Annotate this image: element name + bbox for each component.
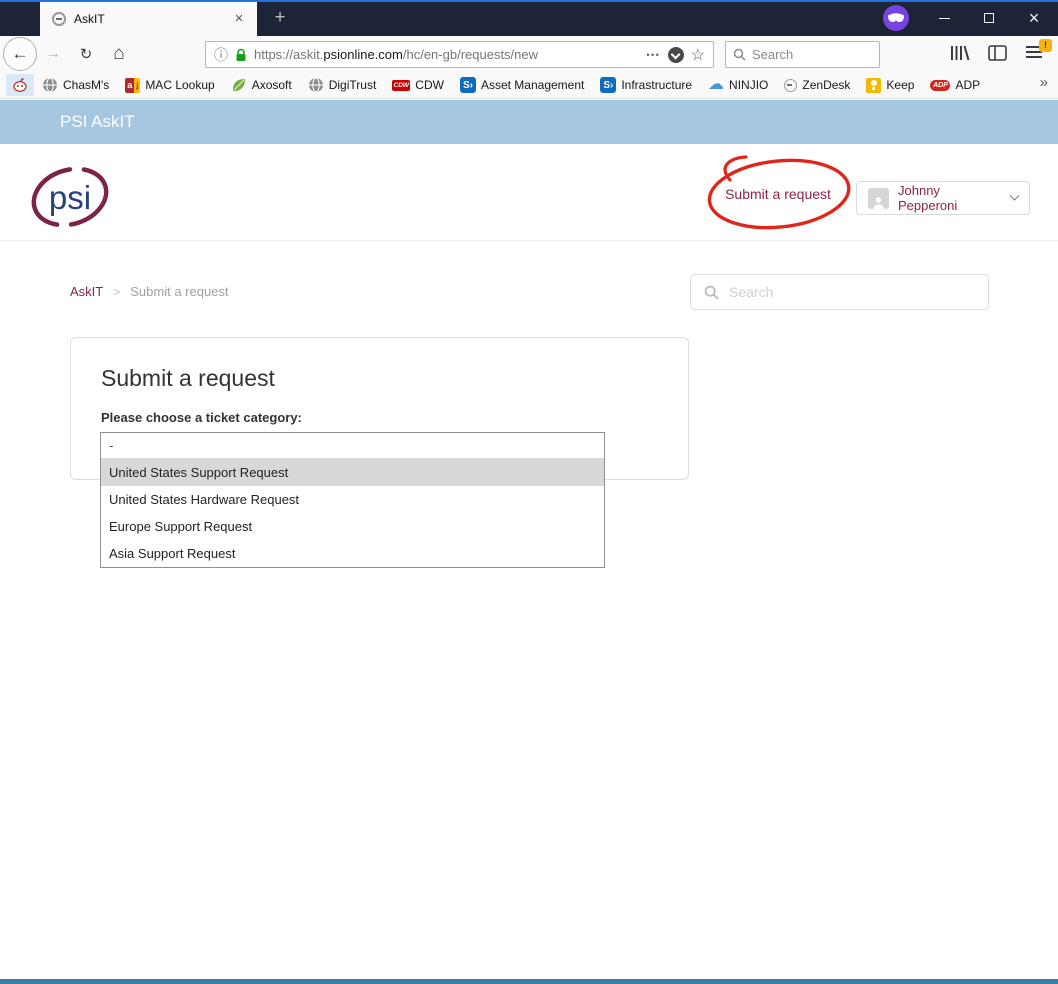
- user-name: Johnny Pepperoni: [898, 183, 958, 213]
- bookmark-star-icon[interactable]: ☆: [691, 45, 705, 65]
- refresh-button[interactable]: ↻: [73, 41, 99, 67]
- user-menu-button[interactable]: Johnny Pepperoni: [856, 181, 1030, 215]
- globe-icon: [308, 77, 323, 93]
- bookmark-label: NINJIO: [729, 78, 769, 92]
- browser-search-bar[interactable]: [725, 41, 880, 68]
- bookmark-label: ChasM's: [63, 78, 110, 92]
- bookmark-asset-management[interactable]: S› Asset Management: [452, 74, 592, 96]
- sharepoint-icon: S›: [600, 77, 617, 93]
- bookmark-label: Axosoft: [251, 78, 292, 92]
- new-tab-button[interactable]: +: [266, 5, 294, 31]
- breadcrumb-askit-link[interactable]: AskIT: [70, 284, 103, 299]
- sidebar-toggle-icon[interactable]: [988, 45, 1007, 61]
- bookmarks-overflow-chevron-icon[interactable]: »: [1040, 74, 1048, 91]
- psi-logo[interactable]: psi: [28, 162, 112, 232]
- minimize-button[interactable]: [922, 2, 966, 34]
- forward-button[interactable]: →: [40, 41, 66, 67]
- search-icon: [733, 48, 746, 61]
- option-us-support[interactable]: United States Support Request: [101, 459, 604, 486]
- search-icon: [704, 285, 719, 300]
- option-us-hardware[interactable]: United States Hardware Request: [101, 486, 604, 513]
- browser-tab-askit[interactable]: AskIT ×: [40, 0, 257, 36]
- leaf-icon: [232, 79, 245, 91]
- back-button[interactable]: ←: [3, 37, 37, 71]
- site-search-input[interactable]: [729, 284, 975, 300]
- private-browsing-mask-icon: [883, 5, 909, 31]
- bookmark-cdw[interactable]: CDW CDW: [384, 75, 452, 95]
- breadcrumb-separator: >: [113, 284, 121, 299]
- form-title: Submit a request: [101, 365, 275, 391]
- cdw-icon: CDW: [392, 79, 411, 91]
- bookmark-reddit[interactable]: [6, 74, 34, 96]
- site-banner-title: PSI AskIT: [0, 100, 1058, 144]
- page-info-icon[interactable]: ⓘ: [214, 45, 228, 65]
- option-asia-support[interactable]: Asia Support Request: [101, 540, 604, 567]
- browser-search-input[interactable]: [752, 47, 872, 62]
- bookmark-label: MAC Lookup: [145, 78, 215, 92]
- bookmark-label: DigiTrust: [328, 78, 377, 92]
- bookmark-chasms[interactable]: ChasM's: [34, 74, 117, 96]
- submit-request-link[interactable]: Submit a request: [712, 186, 844, 202]
- adp-icon: ADP: [930, 79, 951, 91]
- bookmark-mac-lookup[interactable]: aj MAC Lookup: [117, 75, 222, 96]
- sharepoint-icon: S›: [459, 77, 476, 93]
- site-favicon-icon: [52, 12, 66, 26]
- maximize-button[interactable]: [967, 2, 1011, 34]
- keep-lightbulb-icon: [866, 77, 882, 93]
- tab-title: AskIT: [74, 12, 105, 26]
- url-bar[interactable]: ⓘ https://askit.psionline.com/hc/en-gb/r…: [205, 41, 714, 68]
- person-icon: [873, 196, 884, 209]
- category-label: Please choose a ticket category:: [101, 410, 302, 425]
- home-button[interactable]: ⌂: [106, 41, 132, 67]
- option-europe-support[interactable]: Europe Support Request: [101, 513, 604, 540]
- svg-text:psi: psi: [49, 179, 91, 216]
- breadcrumb-current: Submit a request: [130, 284, 229, 299]
- avatar: [868, 187, 889, 209]
- bookmark-label: ZenDesk: [802, 78, 851, 92]
- url-path: /hc/en-gb/requests/new: [402, 47, 539, 62]
- chevron-down-icon: [1009, 190, 1020, 201]
- library-icon[interactable]: [950, 45, 970, 61]
- site-search-box[interactable]: [690, 274, 989, 310]
- bookmark-adp[interactable]: ADP ADP: [922, 75, 988, 95]
- browser-window: AskIT × + × ← → ↻ ⌂ ⓘ https://askit.psio…: [0, 0, 1058, 984]
- select-current-value[interactable]: -: [101, 433, 604, 459]
- menu-alert-badge: !: [1039, 39, 1052, 52]
- zendesk-icon: [784, 78, 798, 92]
- bookmark-digitrust[interactable]: DigiTrust: [300, 74, 385, 96]
- bookmark-label: ADP: [955, 78, 981, 92]
- globe-icon: [43, 77, 57, 93]
- bottom-accent-bar: [0, 979, 1058, 984]
- bookmark-label: Asset Management: [480, 78, 585, 92]
- window-close-button[interactable]: ×: [1012, 2, 1056, 34]
- ticket-category-select[interactable]: - United States Support Request United S…: [100, 432, 605, 568]
- bookmark-ninjio[interactable]: ☁ NINJIO: [700, 74, 776, 96]
- cloud-icon: ☁: [708, 76, 725, 93]
- page-actions-icon[interactable]: ⋯: [646, 46, 661, 63]
- tab-close-icon[interactable]: ×: [229, 9, 249, 29]
- url-text[interactable]: https://askit.psionline.com/hc/en-gb/req…: [254, 47, 538, 62]
- bookmark-zendesk[interactable]: ZenDesk: [776, 75, 858, 95]
- bookmark-label: Keep: [886, 78, 915, 92]
- pocket-icon[interactable]: [667, 46, 684, 63]
- bookmark-axosoft[interactable]: Axosoft: [223, 74, 300, 96]
- mac-lookup-icon: aj: [125, 77, 141, 93]
- window-accent-line: [0, 0, 1058, 2]
- bookmark-infrastructure[interactable]: S› Infrastructure: [592, 74, 700, 96]
- bookmark-keep[interactable]: Keep: [858, 75, 922, 96]
- url-domain: psionline.com: [323, 47, 403, 62]
- bookmark-label: CDW: [415, 78, 444, 92]
- reddit-icon: [13, 78, 27, 92]
- url-prefix: https://askit.: [254, 47, 324, 62]
- breadcrumb: AskIT > Submit a request: [70, 284, 229, 299]
- secure-lock-icon: [236, 48, 246, 61]
- bookmark-label: Infrastructure: [621, 78, 693, 92]
- bookmarks-toolbar: ChasM's aj MAC Lookup Axosoft DigiTrust …: [0, 72, 1058, 99]
